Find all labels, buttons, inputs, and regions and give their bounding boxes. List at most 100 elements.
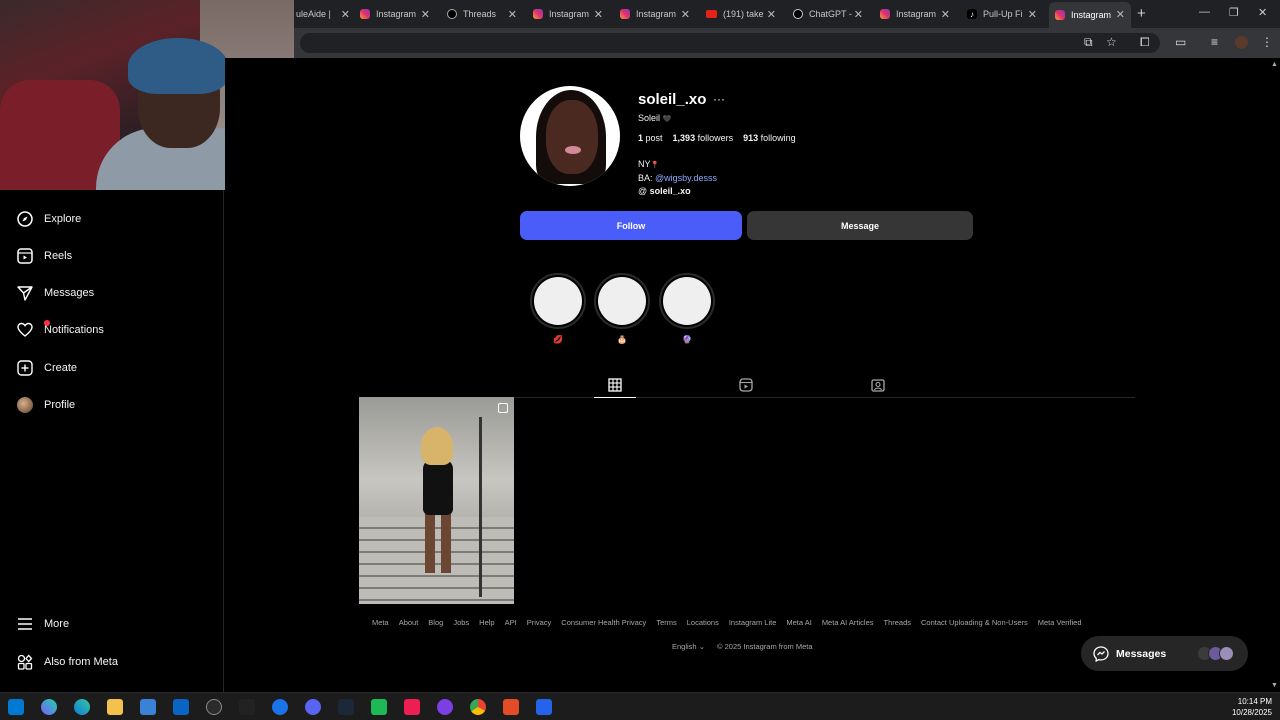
footer-link[interactable]: Contact Uploading & Non-Users: [921, 618, 1028, 627]
discord-icon[interactable]: [305, 699, 321, 715]
follow-button[interactable]: Follow: [520, 211, 742, 240]
app-icon[interactable]: [536, 699, 552, 715]
clock-time: 10:14 PM: [1237, 697, 1272, 706]
minimize-icon[interactable]: —: [1199, 6, 1210, 18]
reading-mode-icon[interactable]: ▭: [1175, 35, 1186, 49]
menu-kebab-icon[interactable]: ⋮: [1261, 35, 1273, 49]
footer-link[interactable]: Threads: [884, 618, 912, 627]
story-highlight[interactable]: [594, 273, 650, 329]
scroll-down-icon[interactable]: ▼: [1271, 682, 1278, 689]
chevron-down-icon: ⌄: [698, 642, 705, 651]
file-explorer-icon[interactable]: [107, 699, 123, 715]
footer-link[interactable]: API: [505, 618, 517, 627]
browser-tab[interactable]: Instagram ✕: [360, 4, 436, 24]
story-highlight[interactable]: [659, 273, 715, 329]
footer-link[interactable]: Terms: [656, 618, 676, 627]
tab-close-icon[interactable]: ✕: [681, 8, 690, 21]
message-button[interactable]: Message: [747, 211, 973, 240]
tiktok-icon[interactable]: [404, 699, 420, 715]
bio-mention-link[interactable]: @wigsby.desss: [655, 173, 717, 183]
app-icon[interactable]: [371, 699, 387, 715]
system-clock[interactable]: 10:14 PM 10/28/2025: [1232, 696, 1272, 718]
footer-link[interactable]: Blog: [428, 618, 443, 627]
footer-link[interactable]: Instagram Lite: [729, 618, 777, 627]
story-highlight[interactable]: [530, 273, 586, 329]
footer-link[interactable]: Privacy: [527, 618, 552, 627]
browser-tab[interactable]: Instagram ✕: [880, 4, 956, 24]
tab-close-icon[interactable]: ✕: [767, 8, 776, 21]
following-stat[interactable]: 913 following: [743, 133, 796, 143]
bookmark-star-icon[interactable]: ☆: [1106, 35, 1117, 49]
footer-link[interactable]: Meta AI Articles: [822, 618, 874, 627]
threads-badge[interactable]: @ soleil_.xo: [638, 185, 717, 198]
app-icon[interactable]: [272, 699, 288, 715]
chatgpt-icon: [793, 9, 803, 19]
paper-plane-icon: [16, 284, 34, 302]
store-icon[interactable]: [140, 699, 156, 715]
profile-avatar-icon[interactable]: [1235, 36, 1248, 49]
sidebar-item-also-from-meta[interactable]: Also from Meta: [16, 650, 118, 674]
sidebar-item-messages[interactable]: Messages: [16, 281, 94, 305]
media-control-icon[interactable]: ≡: [1211, 35, 1218, 49]
tab-close-icon[interactable]: ✕: [1028, 8, 1037, 21]
browser-tab[interactable]: ♪ Pull-Up Fi ✕: [967, 4, 1043, 24]
footer-link[interactable]: Consumer Health Privacy: [561, 618, 646, 627]
restore-icon[interactable]: ❐: [1229, 6, 1239, 19]
tab-close-icon[interactable]: ✕: [594, 8, 603, 21]
messages-pill-button[interactable]: Messages: [1081, 636, 1248, 671]
chrome-icon[interactable]: [470, 699, 486, 715]
page-scrollbar[interactable]: ▲ ▼: [1268, 58, 1280, 692]
tab-posts[interactable]: [594, 372, 636, 398]
sidebar-item-create[interactable]: Create: [16, 356, 77, 380]
tab-close-icon[interactable]: ✕: [508, 8, 517, 21]
extensions-icon[interactable]: ⧠: [1140, 35, 1150, 50]
black-heart-emoji: 🖤: [662, 116, 672, 123]
scroll-up-icon[interactable]: ▲: [1271, 61, 1278, 68]
browser-tab[interactable]: Instagram ✕: [533, 4, 609, 24]
more-options-icon[interactable]: ···: [713, 92, 725, 106]
footer-link[interactable]: Help: [479, 618, 494, 627]
browser-tab-active[interactable]: Instagram ✕: [1049, 2, 1131, 28]
browser-tab[interactable]: uleAide | ✕: [296, 4, 350, 24]
copilot-icon[interactable]: [41, 699, 57, 715]
tab-close-icon[interactable]: ✕: [941, 8, 950, 21]
sidebar-item-reels[interactable]: Reels: [16, 244, 72, 268]
browser-tab[interactable]: ChatGPT - ✕: [793, 4, 869, 24]
tab-close-icon[interactable]: ✕: [854, 8, 863, 21]
tab-close-icon[interactable]: ✕: [421, 8, 430, 21]
install-app-icon[interactable]: ⧉: [1084, 35, 1093, 50]
tab-reels[interactable]: [725, 372, 767, 397]
post-thumbnail[interactable]: [359, 397, 514, 604]
footer-link[interactable]: About: [399, 618, 419, 627]
footer-link[interactable]: Meta: [372, 618, 389, 627]
tab-tagged[interactable]: [857, 372, 899, 397]
browser-tab[interactable]: (191) take ✕: [706, 4, 782, 24]
tab-close-icon[interactable]: ✕: [1116, 8, 1125, 21]
new-tab-button[interactable]: +: [1137, 5, 1146, 22]
browser-tab[interactable]: Threads ✕: [447, 4, 523, 24]
close-window-icon[interactable]: ✕: [1258, 6, 1267, 19]
obs-icon[interactable]: [206, 699, 222, 715]
epic-games-icon[interactable]: [239, 699, 255, 715]
sidebar-item-notifications[interactable]: Notifications: [16, 318, 104, 342]
footer-link[interactable]: Meta Verified: [1038, 618, 1082, 627]
browser-tab[interactable]: Instagram ✕: [620, 4, 696, 24]
edge-icon[interactable]: [74, 699, 90, 715]
address-bar[interactable]: [300, 33, 1160, 53]
followers-stat[interactable]: 1,393 followers: [673, 133, 734, 143]
sidebar-item-explore[interactable]: Explore: [16, 207, 81, 231]
footer-link[interactable]: Meta AI: [786, 618, 811, 627]
app-icon[interactable]: [503, 699, 519, 715]
sidebar-item-profile[interactable]: Profile: [16, 393, 75, 417]
footer-link[interactable]: Jobs: [453, 618, 469, 627]
outlook-icon[interactable]: [173, 699, 189, 715]
steam-icon[interactable]: [338, 699, 354, 715]
language-select[interactable]: English ⌄: [672, 642, 705, 651]
app-icon[interactable]: [437, 699, 453, 715]
footer-link[interactable]: Locations: [687, 618, 719, 627]
sidebar-item-label: Explore: [44, 213, 82, 225]
sidebar-item-more[interactable]: More: [16, 612, 69, 636]
windows-start-icon[interactable]: [8, 699, 24, 715]
profile-avatar[interactable]: [520, 86, 620, 186]
tab-close-icon[interactable]: ✕: [341, 8, 350, 21]
